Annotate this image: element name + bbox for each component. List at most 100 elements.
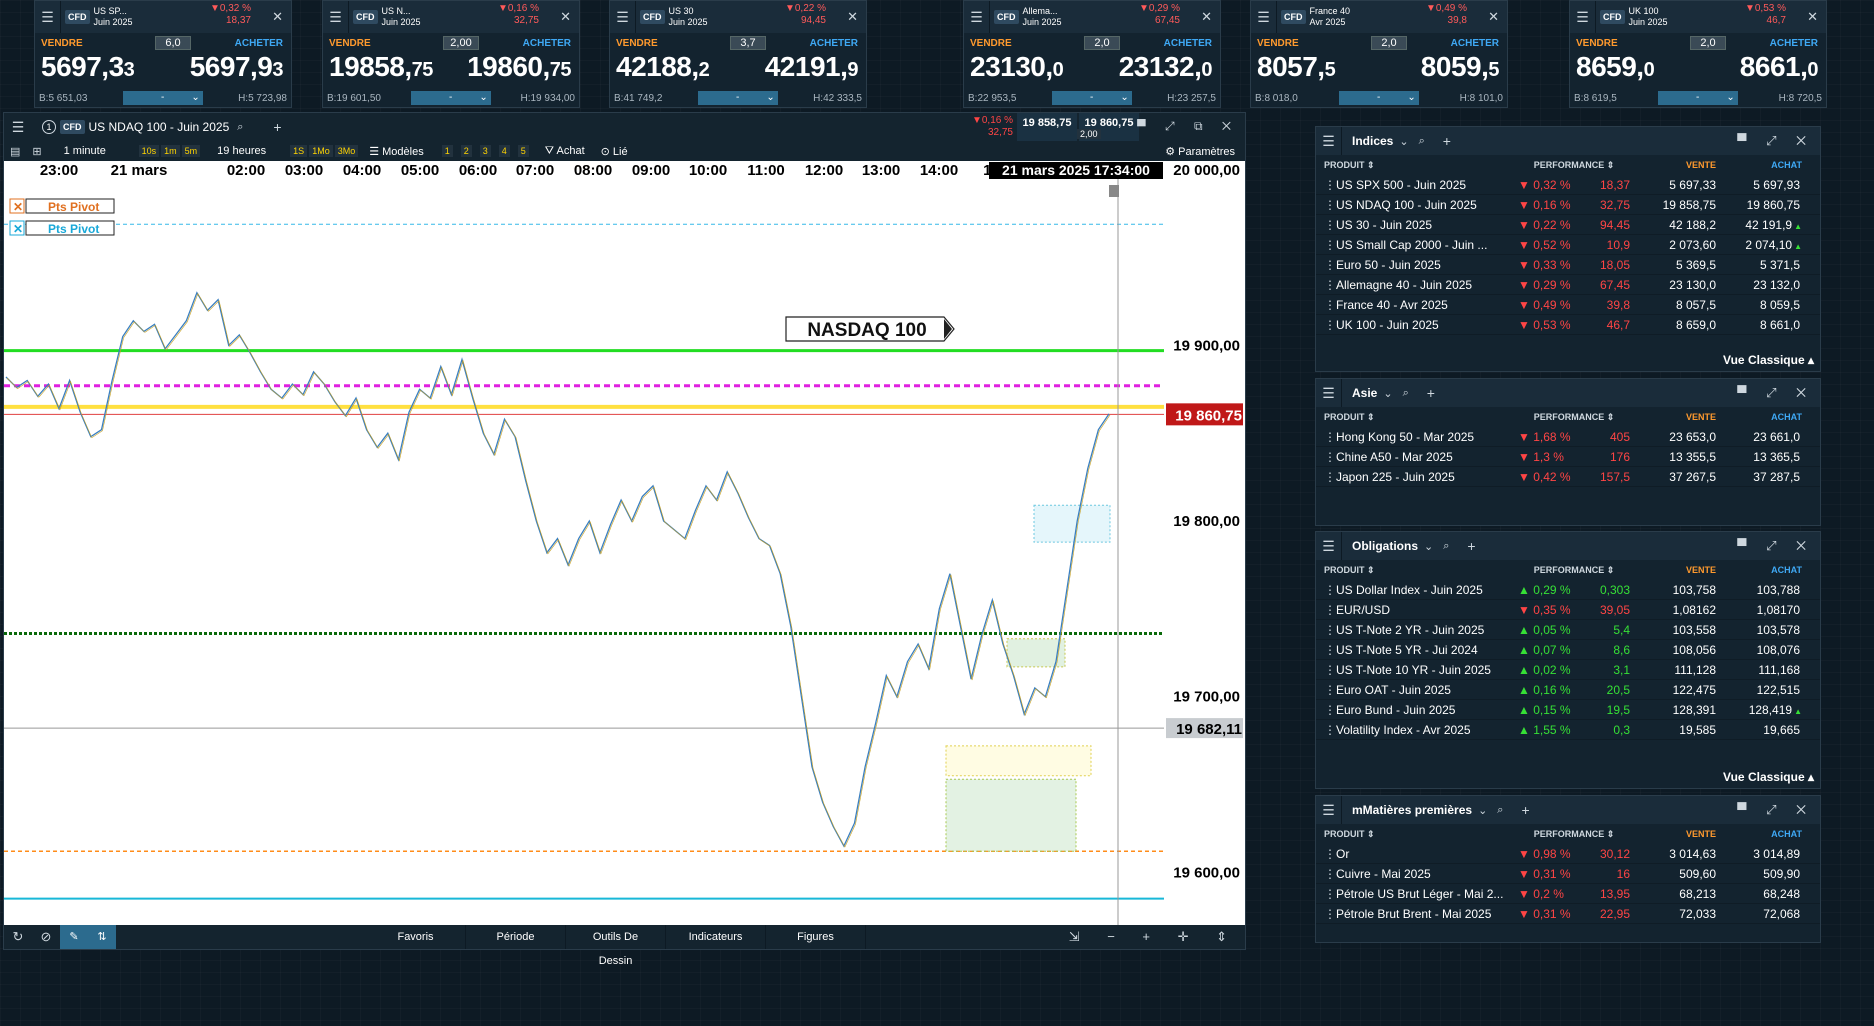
layout-number-button[interactable]: 1 <box>441 145 453 157</box>
more-icon[interactable]: ⋮ <box>1324 887 1336 901</box>
timeframe-button[interactable]: 1m <box>161 145 180 157</box>
chevron-down-icon[interactable]: ⌄ <box>1424 540 1433 553</box>
sell-price[interactable]: 23 653,0 <box>1634 430 1720 444</box>
col-product[interactable]: PRODUIT ⇕ <box>1316 160 1514 171</box>
list-item[interactable]: ⋮US T-Note 5 YR - Jui 2024 ▲ 0,07 % 8,6 … <box>1316 640 1820 660</box>
layout-number-button[interactable]: 3 <box>479 145 491 157</box>
window-controls-icon[interactable]: ▀ ⤢ ✕ <box>1737 538 1814 554</box>
col-product[interactable]: PRODUIT ⇕ <box>1316 829 1514 840</box>
list-item[interactable]: ⋮Pétrole US Brut Léger - Mai 2... ▼ 0,2 … <box>1316 884 1820 904</box>
range-button[interactable]: 1S <box>290 145 308 157</box>
buy-price[interactable]: 23 132,0 <box>1720 278 1808 292</box>
menu-icon[interactable]: ☰ <box>964 1 990 33</box>
buy-price[interactable]: 23 661,0 <box>1720 430 1808 444</box>
buy-price[interactable]: 19 860,75 <box>1720 198 1808 212</box>
list-item[interactable]: ⋮Volatility Index - Avr 2025 ▲ 1,55 % 0,… <box>1316 720 1820 740</box>
buy-price[interactable]: 42 191,9 ▲ <box>1720 218 1808 232</box>
more-icon[interactable]: ⋮ <box>1324 470 1336 484</box>
more-icon[interactable]: ⋮ <box>1324 623 1336 637</box>
swap-icon[interactable]: ⇅ <box>88 925 116 949</box>
quantity-select[interactable]: - ⌄ <box>1051 91 1132 105</box>
col-sell[interactable]: VENTE <box>1634 160 1720 170</box>
menu-icon[interactable]: ☰ <box>610 1 636 33</box>
menu-icon[interactable]: ☰ <box>1316 796 1342 824</box>
chevron-down-icon[interactable]: ⌄ <box>1383 387 1392 400</box>
sell-button[interactable]: 23130,0 <box>970 51 1064 83</box>
close-icon[interactable]: ✕ <box>1201 9 1212 25</box>
list-item[interactable]: ⋮EUR/USD ▼ 0,35 % 39,05 1,08162 1,08170 <box>1316 600 1820 620</box>
list-item[interactable]: ⋮Chine A50 - Mar 2025 ▼ 1,3 % 176 13 355… <box>1316 447 1820 467</box>
timeframe-button[interactable]: 5m <box>181 145 201 157</box>
list-item[interactable]: ⋮Allemagne 40 - Juin 2025 ▼ 0,29 % 67,45… <box>1316 275 1820 295</box>
quantity-select[interactable]: - ⌄ <box>410 91 491 105</box>
buy-button[interactable]: 42191,9 <box>765 51 859 83</box>
sell-price[interactable]: 42 188,2 <box>1634 218 1720 232</box>
models-button[interactable]: ☰ Modèles <box>363 145 430 158</box>
bottom-tab-button[interactable]: Outils De Dessin <box>566 925 666 967</box>
buy-button[interactable]: 19860,75 <box>467 51 571 83</box>
list-item[interactable]: ⋮US Small Cap 2000 - Juin ... ▼ 0,52 % 1… <box>1316 235 1820 255</box>
col-sell[interactable]: VENTE <box>1634 565 1720 575</box>
more-icon[interactable]: ⋮ <box>1324 847 1336 861</box>
sell-price[interactable]: 103,758 <box>1634 583 1720 597</box>
buy-button[interactable]: 5697,93 <box>190 51 284 83</box>
more-icon[interactable]: ⋮ <box>1324 278 1336 292</box>
close-icon[interactable]: ✕ <box>560 9 571 25</box>
more-icon[interactable]: ⋮ <box>1324 298 1336 312</box>
close-icon[interactable]: ✕ <box>1807 9 1818 25</box>
buy-price[interactable]: 103,578 <box>1720 623 1808 637</box>
more-icon[interactable]: ⋮ <box>1324 178 1336 192</box>
sell-price[interactable]: 128,391 <box>1634 703 1720 717</box>
layout-number-button[interactable]: 5 <box>517 145 529 157</box>
add-tab-icon[interactable]: + <box>273 119 281 135</box>
col-performance[interactable]: PERFORMANCE ⇕ <box>1514 160 1634 171</box>
panel-title[interactable]: mMatières premières <box>1352 803 1472 817</box>
sell-price[interactable]: 122,475 <box>1634 683 1720 697</box>
list-item[interactable]: ⋮France 40 - Avr 2025 ▼ 0,49 % 39,8 8 05… <box>1316 295 1820 315</box>
sell-button[interactable]: 42188,2 <box>616 51 710 83</box>
sell-price[interactable]: 108,056 <box>1634 643 1720 657</box>
buy-price[interactable]: 103,788 <box>1720 583 1808 597</box>
buy-price[interactable]: 19,665 <box>1720 723 1808 737</box>
pencil-icon[interactable]: ✎ <box>60 925 88 949</box>
col-performance[interactable]: PERFORMANCE ⇕ <box>1514 829 1634 840</box>
buy-price[interactable]: 8 059,5 <box>1720 298 1808 312</box>
sell-price[interactable]: 3 014,63 <box>1634 847 1720 861</box>
sell-price[interactable]: 37 267,5 <box>1634 470 1720 484</box>
list-item[interactable]: ⋮Euro 50 - Juin 2025 ▼ 0,33 % 18,05 5 36… <box>1316 255 1820 275</box>
col-sell[interactable]: VENTE <box>1634 412 1720 422</box>
list-item[interactable]: ⋮UK 100 - Juin 2025 ▼ 0,53 % 46,7 8 659,… <box>1316 315 1820 335</box>
sell-price[interactable]: 72,033 <box>1634 907 1720 921</box>
add-icon[interactable]: + <box>1443 133 1451 149</box>
search-icon[interactable]: ⌕ <box>237 121 243 134</box>
search-icon[interactable]: ⌕ <box>1403 387 1409 400</box>
list-item[interactable]: ⋮US SPX 500 - Juin 2025 ▼ 0,32 % 18,37 5… <box>1316 175 1820 195</box>
classic-view-button[interactable]: Vue Classique ▴ <box>1723 353 1814 367</box>
panel-title[interactable]: Asie <box>1352 386 1377 400</box>
buy-price[interactable]: 2 074,10 ▲ <box>1720 238 1808 252</box>
sell-button[interactable]: 5697,33 <box>41 51 135 83</box>
list-item[interactable]: ⋮Japon 225 - Juin 2025 ▼ 0,42 % 157,5 37… <box>1316 467 1820 487</box>
buy-price[interactable]: 5 697,93 <box>1720 178 1808 192</box>
quantity-select[interactable]: - ⌄ <box>122 91 203 105</box>
sell-price[interactable]: 68,213 <box>1634 887 1720 901</box>
more-icon[interactable]: ⋮ <box>1324 430 1336 444</box>
buy-price[interactable]: 1,08170 <box>1720 603 1808 617</box>
more-icon[interactable]: ⋮ <box>1324 867 1336 881</box>
grid-icon[interactable]: ⊞ <box>26 145 47 158</box>
more-icon[interactable]: ⋮ <box>1324 643 1336 657</box>
sell-button[interactable]: 19858,75 <box>329 51 433 83</box>
bottom-tab-button[interactable]: Période <box>466 925 566 949</box>
buy-price[interactable]: 509,90 <box>1720 867 1808 881</box>
buy-price[interactable]: 13 365,5 <box>1720 450 1808 464</box>
col-buy[interactable]: ACHAT <box>1720 412 1808 422</box>
range-button[interactable]: 1Mo <box>309 145 333 157</box>
sell-button[interactable]: 8057,5 <box>1257 51 1336 83</box>
sell-price[interactable]: 111,128 <box>1634 663 1720 677</box>
more-icon[interactable]: ⋮ <box>1324 583 1336 597</box>
window-controls-icon[interactable]: ▀ ⤢ ✕ <box>1737 802 1814 818</box>
more-icon[interactable]: ⋮ <box>1324 218 1336 232</box>
buy-price[interactable]: 108,076 <box>1720 643 1808 657</box>
list-item[interactable]: ⋮Euro Bund - Juin 2025 ▲ 0,15 % 19,5 128… <box>1316 700 1820 720</box>
more-icon[interactable]: ⋮ <box>1324 198 1336 212</box>
